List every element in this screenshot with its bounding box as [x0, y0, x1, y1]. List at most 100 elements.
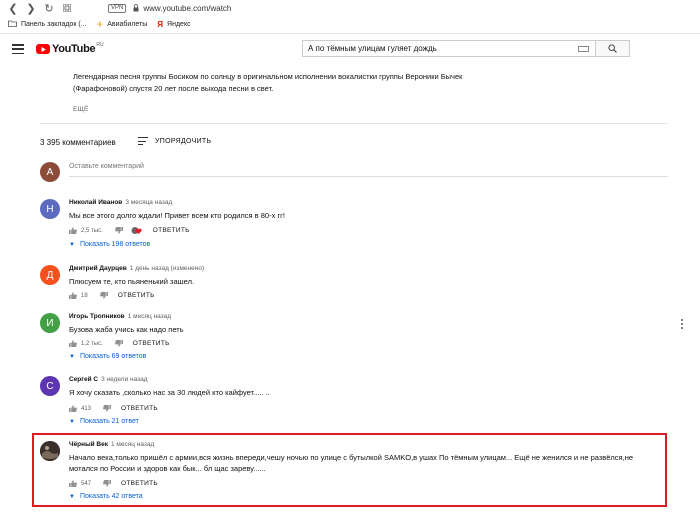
refresh-icon[interactable]: ↻ [42, 1, 56, 15]
back-icon[interactable]: ❮ [6, 1, 20, 15]
search-button[interactable] [596, 40, 630, 57]
dislike-icon[interactable] [114, 227, 123, 234]
like-count: 547 [81, 480, 92, 487]
comment-header: Сергей С3 недели назад [69, 376, 148, 383]
address-bar[interactable]: www.youtube.com/watch [143, 4, 231, 13]
comment: Д Дмитрий Даурцев 1 день назад (изменено)… [40, 265, 668, 305]
youtube-logo[interactable]: YouTube RU [36, 42, 104, 55]
dislike-icon[interactable] [103, 405, 112, 412]
hamburger-menu-icon[interactable] [12, 44, 24, 54]
tabs-grid-icon[interactable] [60, 1, 74, 15]
comment-author[interactable]: Сергей С [69, 376, 98, 383]
comments-count: 3 395 комментариев [40, 138, 116, 147]
dislike-icon[interactable] [103, 480, 112, 487]
comment-text: Начало века,только пришёл с армии,вся жи… [69, 453, 634, 473]
comment-actions: 547 ОТВЕТИТЬ [69, 480, 158, 487]
like-icon[interactable] [69, 405, 77, 412]
dislike-icon[interactable] [114, 340, 123, 347]
comment-author[interactable]: Игорь Тропников [69, 313, 125, 320]
bookmark-label: Панель закладок (... [21, 21, 87, 28]
divider [40, 123, 668, 124]
bookmark-yandex[interactable]: Я Яндекс [157, 20, 190, 29]
like-count: 413 [81, 405, 92, 412]
creator-heart-icon [131, 226, 143, 235]
forward-icon[interactable]: ❯ [24, 1, 38, 15]
reply-button[interactable]: ОТВЕТИТЬ [121, 405, 158, 412]
comment-time[interactable]: 1 месяц назад [111, 441, 154, 448]
comment-header: Игорь Тропников 1 месяц назад [69, 313, 171, 320]
avatar-image [40, 441, 60, 461]
like-icon[interactable] [69, 227, 77, 234]
plane-icon: ✈ [96, 20, 104, 29]
comment-actions: 1,2 тыс. ОТВЕТИТЬ [69, 340, 170, 347]
comment-header: Дмитрий Даурцев 1 день назад (изменено) [69, 265, 204, 272]
region-label: RU [96, 42, 104, 48]
chevron-down-icon: ▼ [69, 241, 75, 248]
comment-text: Бузова жаба учись как надо петь [69, 325, 184, 334]
comment-input[interactable]: Оставьте комментарий [69, 163, 668, 177]
comment-time[interactable]: 1 день назад (изменено) [130, 265, 204, 272]
reply-button[interactable]: ОТВЕТИТЬ [121, 480, 158, 487]
avatar[interactable]: А [40, 162, 60, 182]
chevron-down-icon: ▼ [69, 418, 75, 425]
comment: Чёрный Век 1 месяц назад Начало века,толь… [40, 441, 668, 503]
comment-time[interactable]: 3 недели назад [101, 376, 147, 383]
youtube-header: YouTube RU А по тёмным улицам гуляет дож… [0, 34, 700, 64]
sort-icon [138, 137, 148, 145]
show-replies-button[interactable]: ▼ Показать 21 ответ [69, 418, 139, 425]
comment-time[interactable]: 3 месяца назад [125, 199, 172, 206]
like-count: 1,2 тыс. [81, 340, 103, 347]
logo-text: YouTube [52, 43, 96, 55]
show-replies-label: Показать 69 ответов [79, 353, 147, 360]
sort-label: УПОРЯДОЧИТЬ [155, 137, 212, 145]
show-replies-button[interactable]: ▼ Показать 69 ответов [69, 353, 146, 360]
avatar[interactable]: Д [40, 265, 60, 285]
comment-text: Мы все этого долго ждали! Привет всем кт… [69, 211, 285, 220]
avatar[interactable]: И [40, 313, 60, 333]
comment-author[interactable]: Николай Иванов [69, 199, 122, 206]
show-replies-button[interactable]: ▼ Показать 198 ответов [69, 241, 150, 248]
comment-time[interactable]: 1 месяц назад [128, 313, 171, 320]
show-replies-label: Показать 21 ответ [79, 418, 139, 425]
bookmark-label: Яндекс [167, 21, 191, 28]
search-icon [608, 44, 617, 53]
comment-author[interactable]: Чёрный Век [69, 441, 108, 448]
avatar[interactable]: Н [40, 199, 60, 219]
show-more-button[interactable]: ЕЩЁ [73, 106, 89, 113]
comment-text: Я хочу сказать ,сколько нас за 30 людей … [69, 388, 270, 397]
vpn-badge[interactable]: VPN [108, 3, 127, 13]
bookmark-panel[interactable]: Панель закладок (... [8, 20, 87, 29]
chevron-down-icon: ▼ [69, 353, 75, 360]
reply-button[interactable]: ОТВЕТИТЬ [133, 340, 170, 347]
show-replies-label: Показать 198 ответов [79, 241, 151, 248]
bookmark-aviabilety[interactable]: ✈ Авиабилеты [97, 20, 148, 29]
comment-header: Николай Иванов 3 месяца назад [69, 199, 172, 206]
like-icon[interactable] [69, 480, 77, 487]
comment-actions: 413 ОТВЕТИТЬ [69, 405, 158, 412]
like-count: 2,5 тыс. [81, 227, 103, 234]
like-icon[interactable] [69, 340, 77, 347]
folder-icon [8, 20, 17, 29]
search-input[interactable]: А по тёмным улицам гуляет дождь [302, 40, 596, 57]
show-replies-button[interactable]: ▼ Показать 42 ответа [69, 493, 143, 500]
avatar[interactable] [40, 441, 60, 461]
comment: С Сергей С3 недели назад Я хочу сказать … [40, 376, 668, 430]
play-icon [36, 44, 50, 54]
more-options-icon[interactable] [681, 319, 684, 329]
bookmark-label: Авиабилеты [107, 21, 148, 28]
like-count: 18 [81, 292, 88, 299]
like-icon[interactable] [69, 292, 77, 299]
sort-button[interactable]: УПОРЯДОЧИТЬ [138, 137, 211, 145]
show-replies-label: Показать 42 ответа [79, 493, 143, 500]
comment: И Игорь Тропников 1 месяц назад Бузова жа… [40, 313, 683, 369]
comment-text: Плюсуем те, кто пьяненький зашел. [69, 277, 195, 286]
comment-author[interactable]: Дмитрий Даурцев [69, 265, 127, 272]
comment: Н Николай Иванов 3 месяца назад Мы все эт… [40, 199, 668, 255]
comment-header: Чёрный Век 1 месяц назад [69, 441, 154, 448]
reply-button[interactable]: ОТВЕТИТЬ [153, 227, 190, 234]
avatar[interactable]: С [40, 376, 60, 396]
bookmarks-bar: Панель закладок (... ✈ Авиабилеты Я Янде… [0, 16, 700, 34]
dislike-icon[interactable] [99, 292, 108, 299]
reply-button[interactable]: ОТВЕТИТЬ [118, 292, 155, 299]
keyboard-icon[interactable] [578, 45, 589, 52]
